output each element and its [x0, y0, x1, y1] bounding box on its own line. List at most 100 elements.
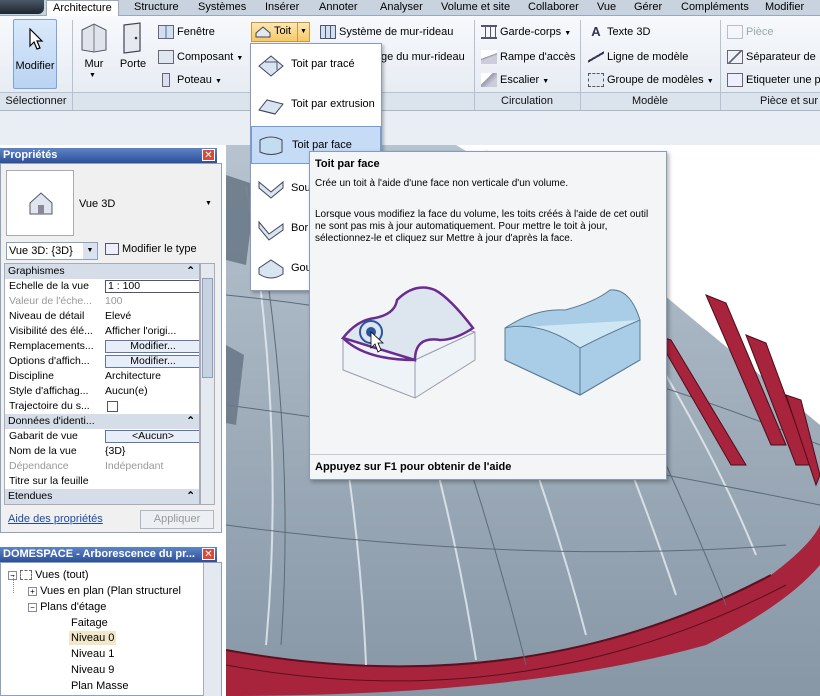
tab-architecture[interactable]: Architecture	[46, 0, 119, 16]
group-collapse-icon[interactable]: ⌃	[186, 264, 195, 279]
property-group-header[interactable]: Etendues ⌃	[5, 489, 199, 504]
tab-gerer[interactable]: Gérer	[634, 0, 662, 16]
tree-node-plans-etage[interactable]: − Plans d'étage	[28, 600, 106, 614]
property-row[interactable]: Echelle de la vue 1 : 100	[5, 279, 199, 294]
menu-item-roof-by-footprint[interactable]: Toit par tracé	[251, 46, 381, 84]
modify-label: Modifier	[15, 60, 55, 72]
type-thumbnail	[6, 170, 74, 236]
type-dropdown-icon[interactable]: ▼	[205, 200, 212, 207]
property-value: Afficher l'origi...	[105, 325, 177, 337]
tab-inserer[interactable]: Insérer	[265, 0, 299, 16]
property-row[interactable]: Visibilité des élé... Afficher l'origi...	[5, 324, 199, 339]
property-value: Elevé	[105, 310, 132, 322]
menu-item-label: Toit par face	[292, 139, 352, 151]
ramp-button[interactable]: Rampe d'accès	[481, 50, 575, 65]
tree-node-niveau-1[interactable]: Niveau 1	[71, 647, 114, 661]
property-button[interactable]: Modifier...	[105, 355, 199, 368]
property-value: 100	[105, 295, 123, 307]
properties-scrollbar[interactable]	[200, 263, 215, 505]
stair-button[interactable]: Escalier ▼	[481, 73, 549, 89]
room-button[interactable]: Pièce	[727, 25, 774, 40]
tree-node-faitage[interactable]: Faitage	[71, 616, 108, 630]
tab-structure[interactable]: Structure	[134, 0, 179, 16]
tab-systemes[interactable]: Systèmes	[198, 0, 246, 16]
property-name: Valeur de l'éche...	[9, 295, 92, 307]
view-instance-selector[interactable]: Vue 3D: {3D} ▼	[6, 242, 98, 260]
panel-label-circulation: Circulation	[501, 95, 553, 107]
model-group-button[interactable]: Groupe de modèles ▼	[588, 73, 714, 89]
property-name: Visibilité des élé...	[9, 325, 93, 337]
property-name: Nom de la vue	[9, 445, 77, 457]
property-row[interactable]: Gabarit de vue <Aucun>	[5, 429, 199, 444]
roof-soffit-icon	[258, 180, 284, 199]
component-button[interactable]: Composant ▼	[158, 50, 243, 66]
tab-vue[interactable]: Vue	[597, 0, 616, 16]
tree-node-views-all[interactable]: − Vues (tout)	[8, 568, 89, 582]
window-button[interactable]: Fenêtre	[158, 25, 215, 40]
property-row[interactable]: Nom de la vue {3D}	[5, 444, 199, 459]
group-collapse-icon[interactable]: ⌃	[186, 414, 195, 429]
property-row[interactable]: Valeur de l'éche... 100	[5, 294, 199, 309]
wall-label: Mur	[84, 58, 104, 70]
property-row[interactable]: Discipline Architecture	[5, 369, 199, 384]
tab-volume-et-site[interactable]: Volume et site	[441, 0, 510, 16]
property-row[interactable]: Trajectoire du s...	[5, 399, 199, 414]
column-label: Poteau	[177, 74, 212, 86]
tab-modifier[interactable]: Modifier	[765, 0, 804, 16]
application-menu-button[interactable]	[0, 0, 44, 14]
tag-room-button[interactable]: Etiqueter une p	[727, 73, 820, 88]
tree-collapse-icon[interactable]: −	[8, 571, 17, 580]
property-button[interactable]: Modifier...	[105, 340, 199, 353]
roof-dropdown-arrow-icon[interactable]: ▼	[297, 23, 309, 41]
curtain-system-button[interactable]: Système de mur-rideau	[320, 25, 453, 40]
tab-collaborer[interactable]: Collaborer	[528, 0, 579, 16]
properties-scrollbar-thumb[interactable]	[202, 278, 213, 378]
property-checkbox[interactable]	[107, 401, 118, 412]
property-row[interactable]: Remplacements... Modifier...	[5, 339, 199, 354]
wall-button[interactable]: Mur ▼	[76, 20, 114, 82]
property-button[interactable]: <Aucun>	[105, 430, 199, 443]
model-line-label: Ligne de modèle	[607, 51, 689, 63]
tree-node-plan-masse[interactable]: Plan Masse	[71, 679, 128, 693]
room-icon	[727, 25, 743, 40]
room-label: Pièce	[746, 26, 774, 38]
roof-button[interactable]: Toit ▼	[251, 22, 310, 42]
property-row[interactable]: Titre sur la feuille	[5, 474, 199, 489]
tab-complements[interactable]: Compléments	[681, 0, 749, 16]
tree-node-niveau-9[interactable]: Niveau 9	[71, 663, 114, 677]
property-row[interactable]: Options d'affich... Modifier...	[5, 354, 199, 369]
properties-help-link[interactable]: Aide des propriétés	[8, 513, 103, 525]
tree-node-plan-structurel[interactable]: + Vues en plan (Plan structurel	[28, 584, 181, 598]
tree-node-niveau-0[interactable]: Niveau 0	[69, 631, 117, 645]
property-row[interactable]: Niveau de détail Elevé	[5, 309, 199, 324]
model-text-button[interactable]: A Texte 3D	[588, 25, 650, 39]
browser-scrollbar[interactable]	[203, 563, 221, 696]
tree-expand-icon[interactable]: +	[28, 587, 37, 596]
browser-close-icon[interactable]: ✕	[202, 548, 215, 560]
tree-collapse-icon[interactable]: −	[28, 603, 37, 612]
tab-annoter[interactable]: Annoter	[319, 0, 358, 16]
column-button[interactable]: Poteau ▼	[158, 73, 222, 89]
door-button[interactable]: Porte	[114, 20, 152, 82]
room-separator-button[interactable]: Séparateur de	[727, 50, 816, 65]
modify-button[interactable]: Modifier	[13, 19, 57, 89]
model-text-icon: A	[591, 24, 601, 40]
property-row[interactable]: Style d'affichag... Aucun(e)	[5, 384, 199, 399]
edit-type-button[interactable]: Modifier le type	[105, 243, 197, 256]
property-input[interactable]: 1 : 100	[105, 280, 199, 293]
model-line-button[interactable]: Ligne de modèle	[588, 50, 689, 65]
railing-button[interactable]: Garde-corps ▼	[481, 25, 571, 41]
tab-analyser[interactable]: Analyser	[380, 0, 423, 16]
menu-item-roof-by-extrusion[interactable]: Toit par extrusion	[251, 86, 381, 124]
property-name: Niveau de détail	[9, 310, 85, 322]
tag-room-label: Etiqueter une p	[746, 74, 820, 86]
properties-close-icon[interactable]: ✕	[202, 149, 215, 161]
property-group-header[interactable]: Graphismes ⌃	[5, 264, 199, 279]
property-row[interactable]: Dépendance Indépendant	[5, 459, 199, 474]
apply-button[interactable]: Appliquer	[140, 510, 214, 529]
property-group-header[interactable]: Données d'identi... ⌃	[5, 414, 199, 429]
tooltip-description: Crée un toit à l'aide d'une face non ver…	[315, 178, 569, 189]
group-collapse-icon[interactable]: ⌃	[186, 489, 195, 504]
properties-palette: Vue 3D ▼ Vue 3D: {3D} ▼ Modifier le type…	[0, 163, 222, 533]
curtain-grid-label[interactable]: ge du mur-rideau	[381, 50, 465, 64]
